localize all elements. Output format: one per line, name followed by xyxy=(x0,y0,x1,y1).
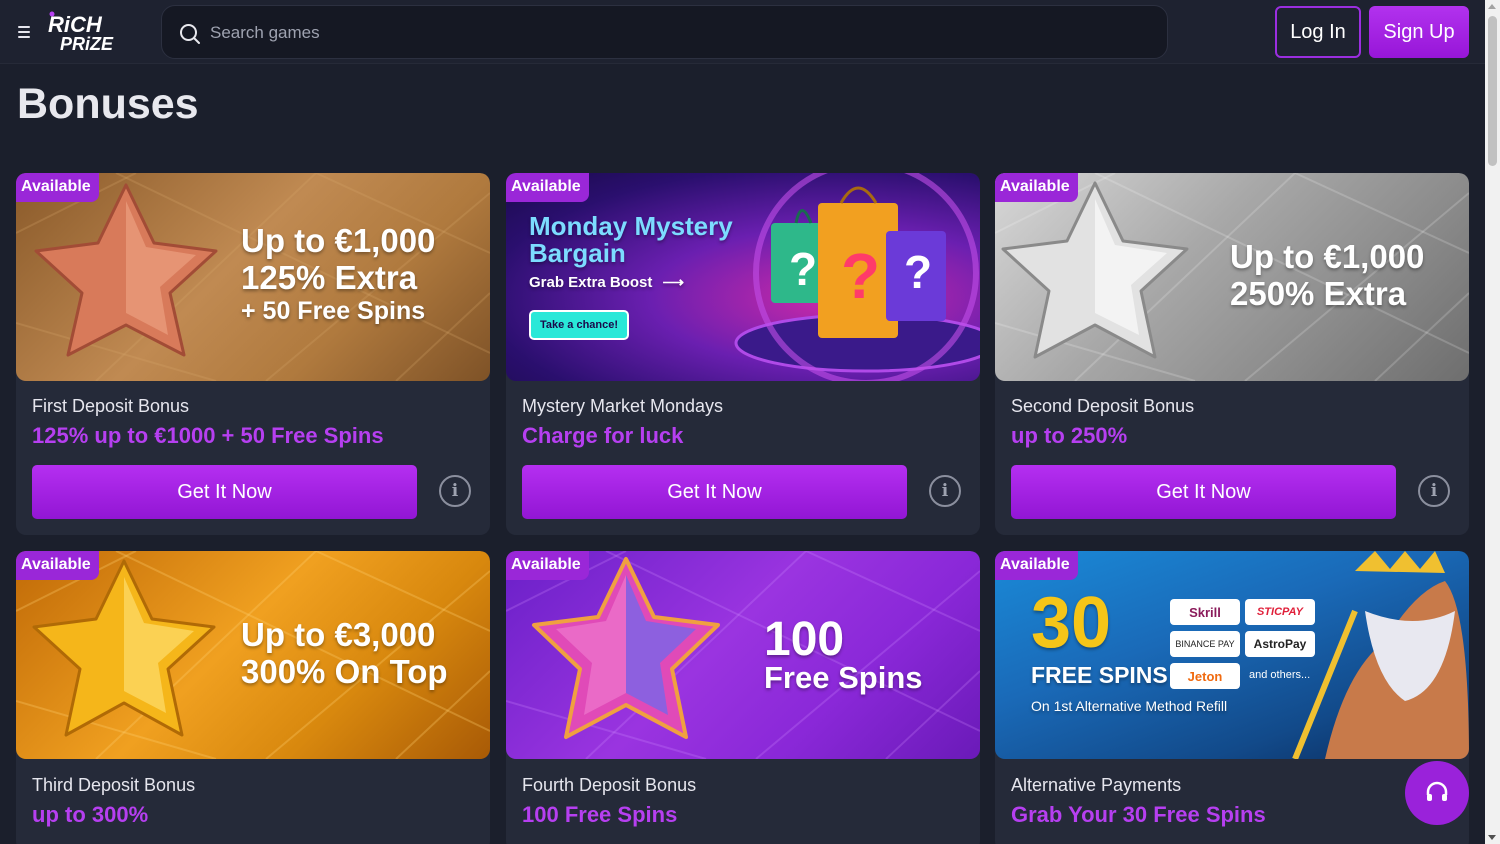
bonus-banner[interactable]: 30 FREE SPINS On 1st Alternative Method … xyxy=(995,551,1469,759)
payment-method-jeton: Jeton xyxy=(1170,663,1240,689)
banner-line2: 300% On Top xyxy=(241,652,448,690)
payment-method-binance: BINANCE PAY xyxy=(1170,631,1240,657)
banner-line2: Bargain xyxy=(529,238,626,269)
banner-line2: Free Spins xyxy=(764,659,923,695)
card-subtitle: Grab Your 30 Free Spins xyxy=(1011,802,1266,827)
info-icon[interactable]: i xyxy=(929,475,961,507)
status-badge: Available xyxy=(995,173,1078,202)
payment-method-others: and others... xyxy=(1249,669,1311,681)
card-title: Mystery Market Mondays xyxy=(522,396,724,416)
banner-line2: 125% Extra xyxy=(241,258,418,296)
card-subtitle: up to 300% xyxy=(32,802,149,827)
banner-line1: 100 xyxy=(764,613,845,666)
card-subtitle: 100 Free Spins xyxy=(522,802,678,827)
banner-line2: 250% Extra xyxy=(1230,274,1407,312)
card-title: Third Deposit Bonus xyxy=(32,775,196,795)
bonus-card-third-deposit: Up to €3,000 300% On Top Available Third… xyxy=(16,551,490,844)
scroll-down-icon[interactable] xyxy=(1488,835,1496,840)
status-badge: Available xyxy=(506,173,589,202)
bonus-card-mystery-monday: ? ? ? Monday Mystery Bargain Grab Extra … xyxy=(506,173,980,535)
take-a-chance-button[interactable]: Take a chance! xyxy=(529,310,629,340)
banner-line3: + 50 Free Spins xyxy=(241,296,426,325)
arrow-right-icon: ⟶ xyxy=(662,274,685,291)
hamburger-menu-icon[interactable] xyxy=(12,22,36,42)
search-bar[interactable] xyxy=(161,5,1168,59)
banner-line2: On 1st Alternative Method Refill xyxy=(1031,698,1228,714)
page-scrollbar[interactable] xyxy=(1485,0,1500,844)
login-button[interactable]: Log In xyxy=(1275,6,1361,58)
bonus-card-fourth-deposit: 100 Free Spins Available Fourth Deposit … xyxy=(506,551,980,844)
search-icon xyxy=(180,24,200,44)
bonus-banner[interactable]: ? ? ? Monday Mystery Bargain Grab Extra … xyxy=(506,173,980,381)
card-subtitle: 125% up to €1000 + 50 Free Spins xyxy=(32,423,384,448)
logo-line2: PRiZE xyxy=(60,34,114,54)
shopping-bag-icon: ? ? ? xyxy=(771,186,946,338)
svg-text:?: ? xyxy=(904,246,932,298)
card-subtitle: up to 250% xyxy=(1011,423,1128,448)
card-title: Alternative Payments xyxy=(1011,775,1182,795)
get-it-now-button[interactable]: Get It Now xyxy=(1011,465,1396,519)
bonus-banner[interactable]: Up to €1,000 125% Extra + 50 Free Spins xyxy=(16,173,490,381)
scroll-up-icon[interactable] xyxy=(1488,4,1496,9)
banner-line1: Up to €1,000 xyxy=(241,222,436,259)
bonus-banner[interactable]: Up to €3,000 300% On Top xyxy=(16,551,490,759)
support-chat-button[interactable] xyxy=(1405,761,1469,825)
banner-line1: Monday Mystery xyxy=(529,211,733,241)
bonus-banner[interactable]: 100 Free Spins xyxy=(506,551,980,759)
status-badge: Available xyxy=(16,173,99,202)
status-badge: Available xyxy=(16,551,99,580)
scrollbar-thumb[interactable] xyxy=(1488,16,1497,166)
banner-line1: FREE SPINS xyxy=(1031,662,1168,688)
crystal-star-icon xyxy=(532,557,720,739)
get-it-now-button[interactable]: Get It Now xyxy=(32,465,417,519)
bonus-card-alternative-payments: 30 FREE SPINS On 1st Alternative Method … xyxy=(995,551,1469,844)
banner-line1: Up to €3,000 xyxy=(241,616,436,653)
svg-text:?: ? xyxy=(841,240,880,312)
banner-big-number: 30 xyxy=(1031,583,1112,663)
get-it-now-button[interactable]: Get It Now xyxy=(522,465,907,519)
status-badge: Available xyxy=(995,551,1078,580)
gold-star-icon xyxy=(32,559,216,737)
payment-method-astropay: AstroPay xyxy=(1245,631,1315,657)
payment-method-sticpay: STICPAY xyxy=(1245,599,1315,625)
bonus-banner[interactable]: Up to €1,000 250% Extra xyxy=(995,173,1469,381)
headset-icon xyxy=(1426,781,1448,801)
take-a-chance-label: Take a chance! xyxy=(539,319,619,331)
payment-method-skrill: Skrill xyxy=(1170,599,1240,625)
search-input[interactable] xyxy=(210,14,1110,52)
signup-button[interactable]: Sign Up xyxy=(1369,6,1469,58)
top-header: RiCH PRiZE Log In Sign Up xyxy=(0,0,1485,64)
card-title: Second Deposit Bonus xyxy=(1011,396,1195,416)
silver-star-icon xyxy=(1001,181,1189,359)
status-badge: Available xyxy=(506,551,589,580)
banner-line1: Up to €1,000 xyxy=(1230,238,1425,275)
banner-line3: Grab Extra Boost xyxy=(529,274,653,291)
svg-text:?: ? xyxy=(789,243,817,295)
card-title: First Deposit Bonus xyxy=(32,396,190,416)
rich-prize-logo[interactable]: RiCH PRiZE xyxy=(46,10,130,54)
info-icon[interactable]: i xyxy=(1418,475,1450,507)
card-subtitle: Charge for luck xyxy=(522,423,684,448)
page-title: Bonuses xyxy=(17,80,199,128)
bonus-card-first-deposit: Up to €1,000 125% Extra + 50 Free Spins … xyxy=(16,173,490,535)
card-title: Fourth Deposit Bonus xyxy=(522,775,697,795)
info-icon[interactable]: i xyxy=(439,475,471,507)
bonus-card-second-deposit: Up to €1,000 250% Extra Available Second… xyxy=(995,173,1469,535)
